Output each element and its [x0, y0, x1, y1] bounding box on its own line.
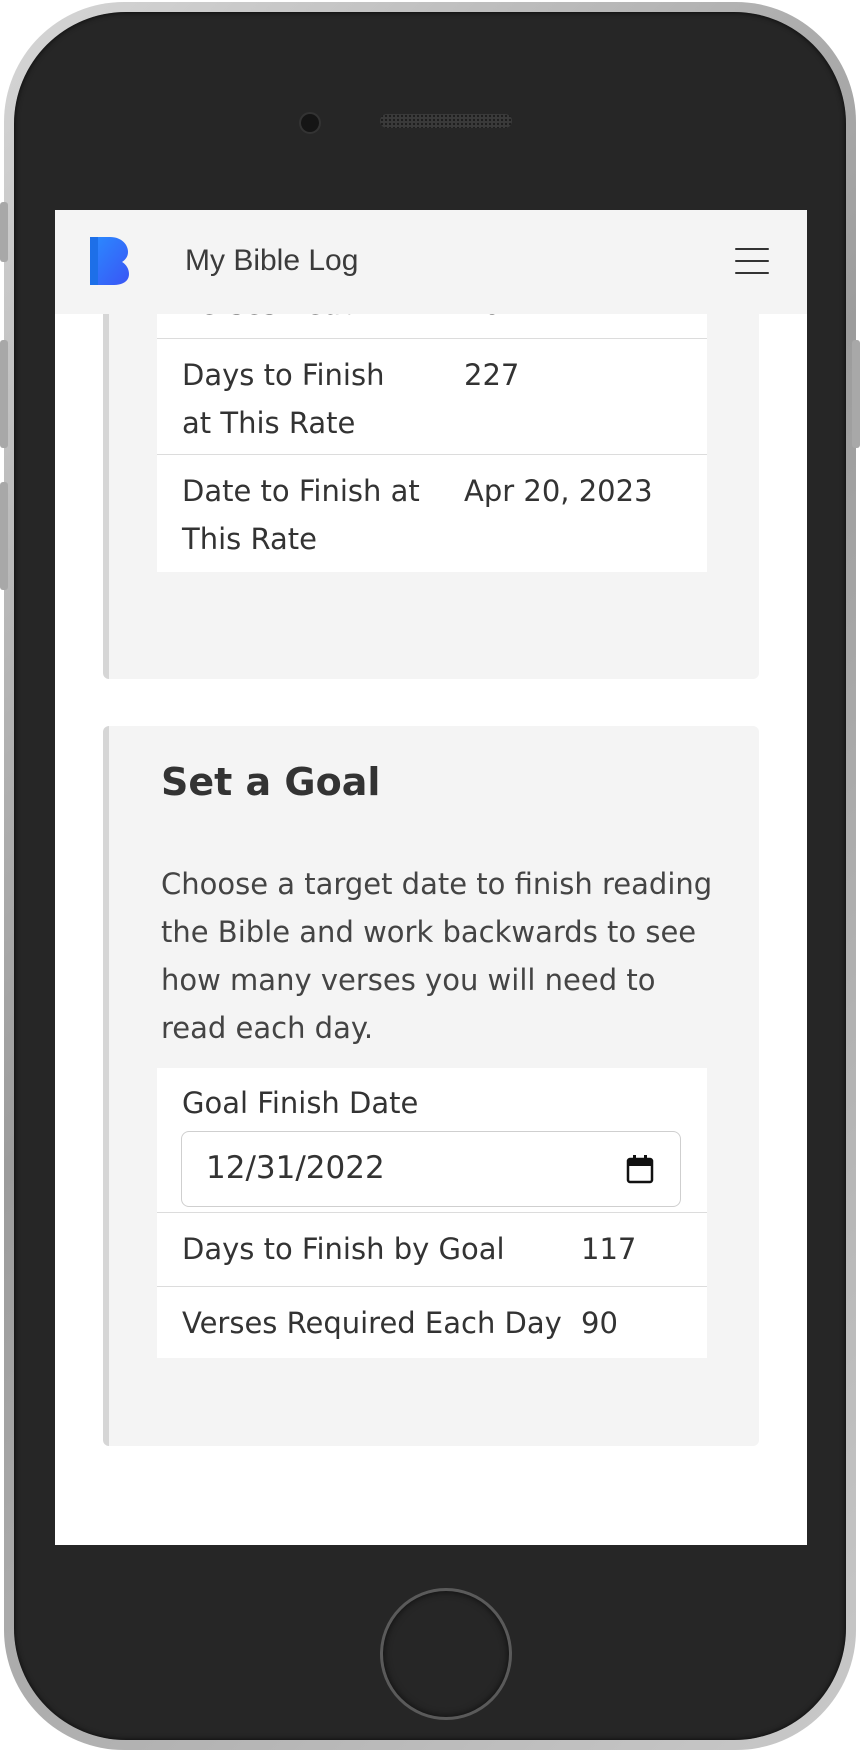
phone-screen: My Bible Log Verses Read 46 Days to Fini…: [55, 210, 807, 1545]
goal-date-value[interactable]: 12/31/2022: [206, 1150, 385, 1186]
menu-bar: [735, 260, 769, 262]
goal-date-input[interactable]: 12/31/2022: [181, 1131, 681, 1207]
goal-description: Choose a target date to finish reading t…: [161, 867, 713, 1045]
brand-title[interactable]: My Bible Log: [185, 244, 358, 278]
row-label: Verses Required Each Day: [182, 1306, 562, 1340]
table-row: Days to Finish at This Rate 227: [157, 339, 707, 455]
row-label: Date to Finish at This Rate: [182, 474, 420, 556]
front-camera: [299, 112, 321, 134]
row-value: 117: [581, 1232, 637, 1266]
hamburger-menu-icon[interactable]: [735, 248, 769, 274]
calendar-icon[interactable]: [626, 1154, 654, 1184]
mute-switch: [0, 202, 8, 262]
goal-date-label: Goal Finish Date: [182, 1086, 419, 1120]
volume-up-button: [0, 340, 8, 448]
row-label: Days to Finish by Goal: [182, 1232, 505, 1266]
goal-table: Goal Finish Date 12/31/2022 Days to Fini…: [157, 1068, 707, 1358]
row-label: Days to Finish at This Rate: [182, 358, 385, 440]
menu-bar: [735, 248, 769, 250]
row-value: 90: [581, 1306, 618, 1340]
navbar: My Bible Log: [55, 210, 807, 314]
table-row: Days to Finish by Goal 117: [157, 1213, 707, 1287]
menu-bar: [735, 272, 769, 274]
row-value: 227: [464, 358, 520, 392]
book-logo-icon[interactable]: [88, 235, 130, 287]
row-value: Apr 20, 2023: [464, 474, 653, 508]
table-row: Verses Required Each Day 90: [157, 1287, 707, 1360]
volume-down-button: [0, 482, 8, 590]
goal-date-row: Goal Finish Date 12/31/2022: [157, 1068, 707, 1213]
table-row: Date to Finish at This Rate Apr 20, 2023: [157, 455, 707, 570]
goal-title: Set a Goal: [161, 760, 381, 804]
home-button[interactable]: [380, 1588, 512, 1720]
power-button: [852, 340, 860, 448]
earpiece-speaker: [380, 114, 512, 128]
